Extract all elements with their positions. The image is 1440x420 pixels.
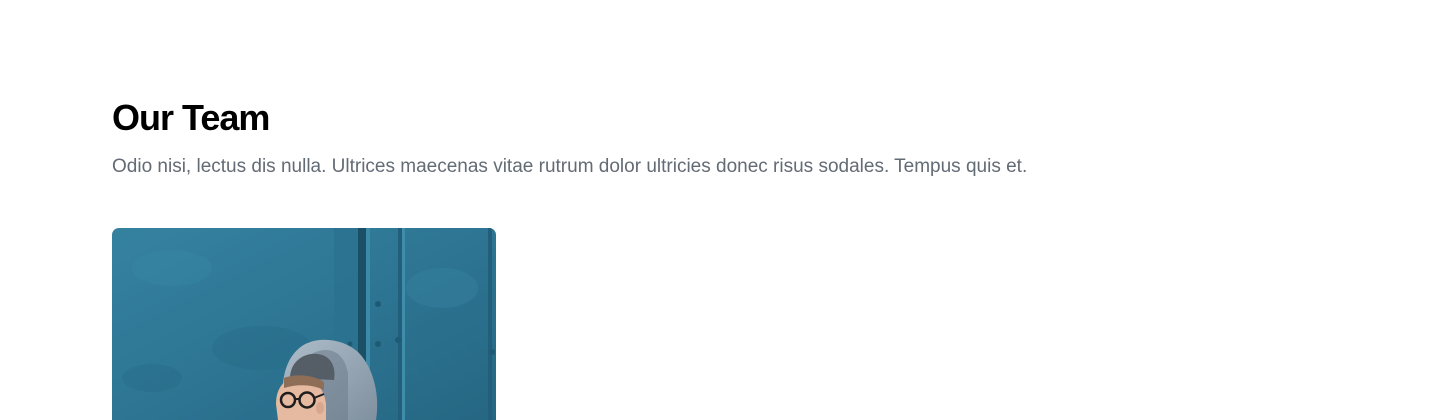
section-description: Odio nisi, lectus dis nulla. Ultrices ma… (112, 156, 1028, 177)
team-member-card[interactable] (112, 228, 496, 420)
team-section: Our Team Odio nisi, lectus dis nulla. Ul… (0, 0, 1440, 420)
member-photo (112, 228, 496, 420)
section-title: Our Team (112, 97, 270, 138)
